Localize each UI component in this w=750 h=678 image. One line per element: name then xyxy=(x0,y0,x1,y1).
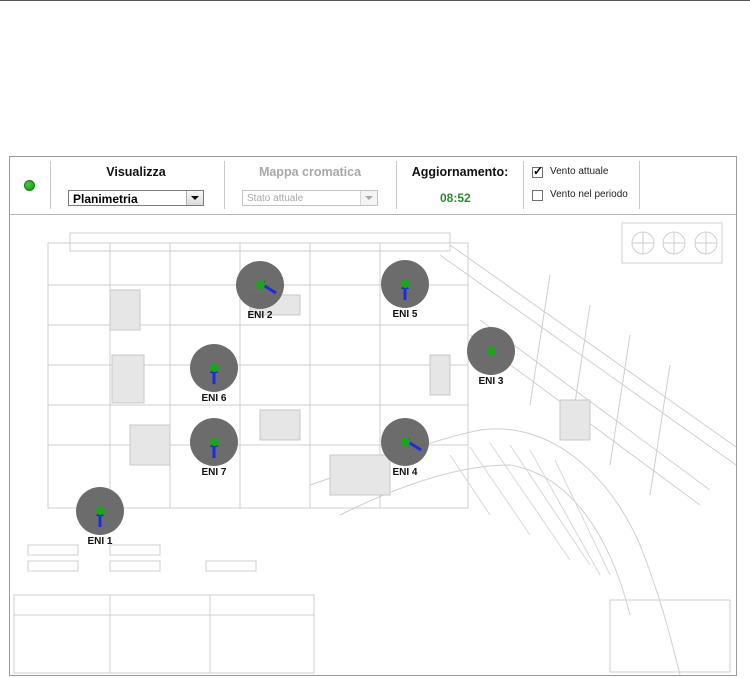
vento-attuale-label: Vento attuale xyxy=(550,166,609,177)
station-label: ENI 2 xyxy=(247,310,273,321)
station-dot xyxy=(487,346,496,355)
status-indicator-icon xyxy=(24,180,35,191)
visualizza-select[interactable]: Planimetria xyxy=(68,190,204,206)
station-label: ENI 3 xyxy=(478,376,504,387)
station-label: ENI 5 xyxy=(392,309,418,320)
update-time: 08:52 xyxy=(440,191,471,205)
mappa-cromatica-select: Stato attuale xyxy=(242,190,378,206)
station-label: ENI 7 xyxy=(201,467,227,478)
checkmark-icon: ✓ xyxy=(533,164,544,178)
visualizza-title: Visualizza xyxy=(106,165,166,179)
site-map[interactable]: ENI 2 ENI 5 ENI 3 ENI 6 ENI 7 ENI 4 ENI … xyxy=(10,215,736,675)
station-dot xyxy=(401,437,410,446)
station-label: ENI 1 xyxy=(87,536,113,547)
station-dot xyxy=(210,437,219,446)
toolbar-separator xyxy=(50,161,51,209)
chevron-down-icon[interactable] xyxy=(186,191,203,205)
visualizza-selected-value: Planimetria xyxy=(73,192,138,206)
station-dot xyxy=(256,280,265,289)
mappa-cromatica-title: Mappa cromatica xyxy=(258,165,362,179)
monitoring-panel: Visualizza Planimetria Mappa cromatica S… xyxy=(9,156,737,676)
top-divider xyxy=(0,0,750,1)
toolbar-separator xyxy=(639,161,640,209)
station-dot xyxy=(96,506,105,515)
mappa-cromatica-selected-value: Stato attuale xyxy=(247,193,304,204)
vento-attuale-checkbox[interactable]: ✓ xyxy=(532,164,544,178)
chevron-down-icon xyxy=(360,191,377,205)
toolbar-separator xyxy=(523,161,524,209)
aggiornamento-title: Aggiornamento: xyxy=(411,165,509,179)
station-label: ENI 6 xyxy=(201,393,227,404)
vento-nel-periodo-label: Vento nel periodo xyxy=(550,189,628,200)
toolbar: Visualizza Planimetria Mappa cromatica S… xyxy=(10,157,736,215)
toolbar-separator xyxy=(224,161,225,209)
station-label: ENI 4 xyxy=(392,467,418,478)
toolbar-separator xyxy=(396,161,397,209)
plant-floorplan xyxy=(13,222,736,675)
vento-nel-periodo-checkbox[interactable] xyxy=(532,190,543,201)
station-dot xyxy=(210,363,219,372)
station-dot xyxy=(401,279,410,288)
